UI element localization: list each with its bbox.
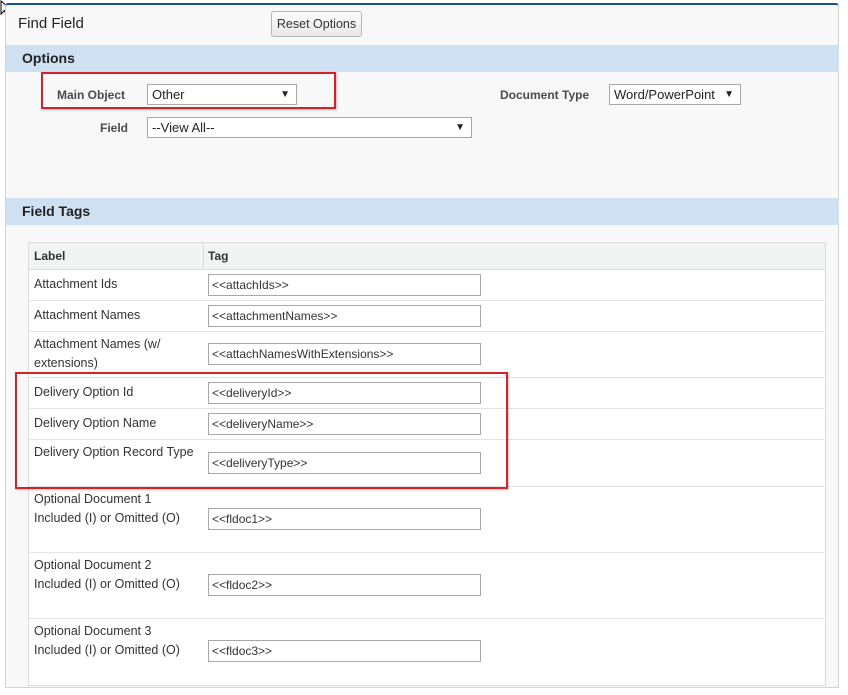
document-type-value: Word/PowerPoint xyxy=(614,87,715,102)
dropdown-arrow-icon: ▼ xyxy=(724,89,734,100)
column-header-label: Label xyxy=(34,249,66,263)
row-label: Optional Document 3 Included (I) or Omit… xyxy=(34,624,180,657)
column-header-tag: Tag xyxy=(208,249,229,263)
document-type-select[interactable]: Word/PowerPoint ▼ xyxy=(609,84,741,105)
table-row: Attachment Names <<attachmentNames>> xyxy=(29,301,825,332)
field-tags-section-header: Field Tags xyxy=(6,198,839,225)
dropdown-arrow-icon: ▼ xyxy=(455,122,465,133)
row-label: Attachment Names (w/ extensions) xyxy=(34,337,161,370)
main-object-highlight xyxy=(41,72,336,109)
table-header: Label Tag xyxy=(29,243,825,270)
reset-options-button[interactable]: Reset Options xyxy=(271,11,362,37)
delivery-rows-highlight xyxy=(15,372,508,489)
column-divider xyxy=(203,243,204,269)
tag-field[interactable]: <<fldoc3>> xyxy=(208,640,481,662)
tag-field[interactable]: <<attachIds>> xyxy=(208,274,481,296)
tag-field[interactable]: <<fldoc1>> xyxy=(208,508,481,530)
row-label: Attachment Names xyxy=(34,308,141,322)
page-title: Find Field xyxy=(18,15,84,32)
field-label: Field xyxy=(100,121,129,135)
document-type-label: Document Type xyxy=(500,88,590,102)
table-row: Optional Document 3 Included (I) or Omit… xyxy=(29,619,825,685)
table-row: Optional Document 2 Included (I) or Omit… xyxy=(29,553,825,619)
row-label: Attachment Ids xyxy=(34,277,118,291)
tag-field[interactable]: <<fldoc2>> xyxy=(208,574,481,596)
field-select[interactable]: --View All-- ▼ xyxy=(147,117,472,138)
row-label: Optional Document 2 Included (I) or Omit… xyxy=(34,558,180,591)
field-value: --View All-- xyxy=(152,120,215,135)
options-section-header: Options xyxy=(6,45,839,72)
row-label: Optional Document 1 Included (I) or Omit… xyxy=(34,492,180,525)
tag-field[interactable]: <<attachNamesWithExtensions>> xyxy=(208,343,481,365)
table-row: Optional Document 1 Included (I) or Omit… xyxy=(29,487,825,553)
tag-field[interactable]: <<attachmentNames>> xyxy=(208,305,481,327)
table-row: Attachment Ids <<attachIds>> xyxy=(29,270,825,301)
